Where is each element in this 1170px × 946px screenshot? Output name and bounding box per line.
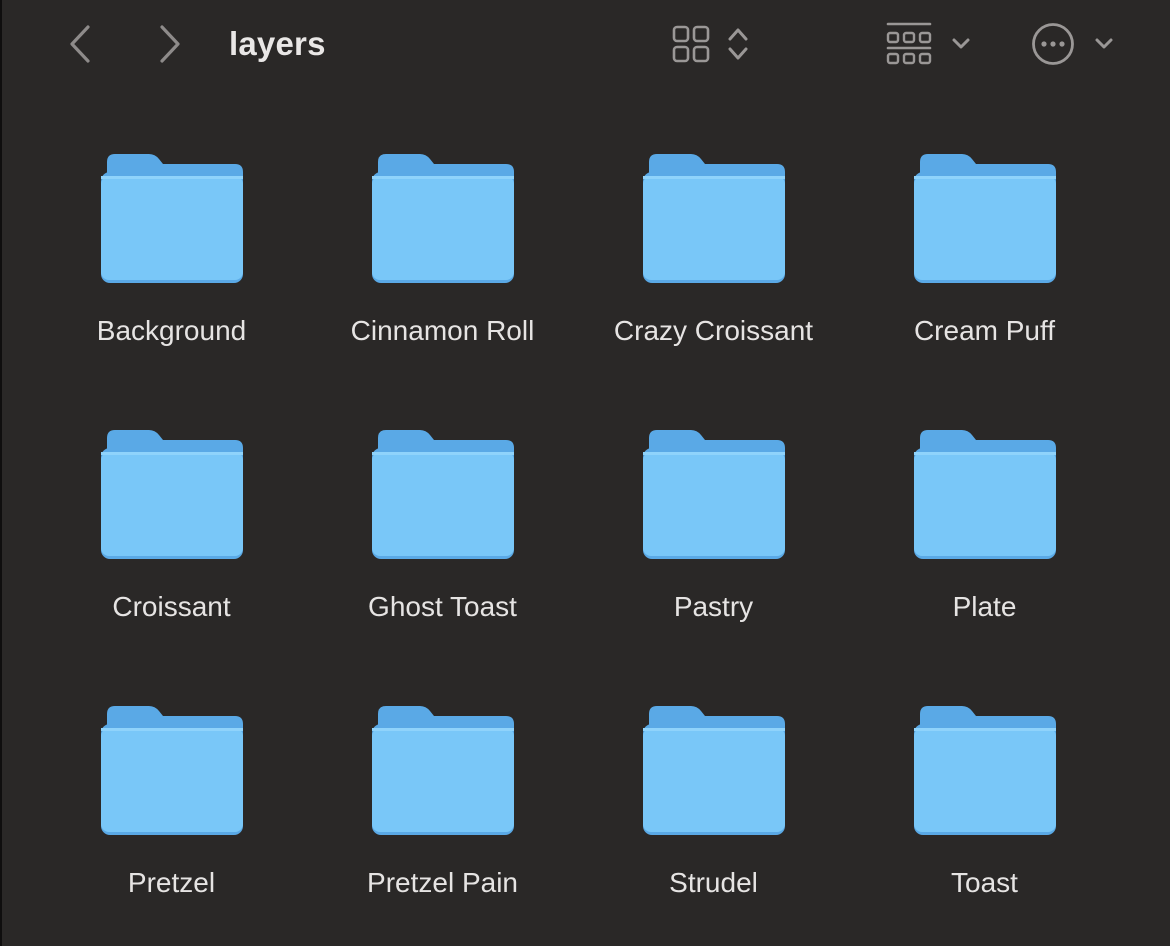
folder-item[interactable]: Ghost Toast bbox=[307, 426, 578, 702]
folder-icon bbox=[642, 430, 785, 559]
folder-label: Pretzel bbox=[127, 867, 216, 898]
group-by-button[interactable] bbox=[878, 18, 978, 70]
folder-item[interactable]: Toast bbox=[849, 702, 1120, 946]
folder-item[interactable]: Crazy Croissant bbox=[578, 150, 849, 426]
folder-item[interactable]: Strudel bbox=[578, 702, 849, 946]
folder-icon bbox=[371, 154, 514, 283]
folder-item[interactable]: Background bbox=[36, 150, 307, 426]
folder-icon bbox=[913, 154, 1056, 283]
folder-icon bbox=[100, 430, 243, 559]
folder-item[interactable]: Pastry bbox=[578, 426, 849, 702]
folder-item[interactable]: Cinnamon Roll bbox=[307, 150, 578, 426]
folder-label: Plate bbox=[952, 591, 1017, 622]
folder-grid: Background Cinnamon Roll Crazy Croissant… bbox=[36, 150, 1136, 946]
folder-label: Cream Puff bbox=[913, 315, 1056, 346]
back-button[interactable] bbox=[58, 20, 102, 68]
folder-icon bbox=[913, 430, 1056, 559]
folder-label: Pastry bbox=[673, 591, 754, 622]
folder-item[interactable]: Croissant bbox=[36, 426, 307, 702]
folder-icon bbox=[642, 154, 785, 283]
folder-item[interactable]: Cream Puff bbox=[849, 150, 1120, 426]
toolbar: layers bbox=[2, 0, 1170, 90]
folder-icon bbox=[100, 154, 243, 283]
icon-grid-view-icon bbox=[672, 25, 710, 63]
folder-icon bbox=[642, 706, 785, 835]
folder-item[interactable]: Pretzel Pain bbox=[307, 702, 578, 946]
folder-label: Background bbox=[96, 315, 247, 346]
window-title: layers bbox=[229, 25, 326, 62]
folder-icon bbox=[371, 706, 514, 835]
folder-icon bbox=[371, 430, 514, 559]
chevron-right-icon bbox=[160, 25, 180, 63]
folder-icon bbox=[100, 706, 243, 835]
more-actions-button[interactable] bbox=[1024, 18, 1120, 70]
folder-label: Toast bbox=[951, 867, 1018, 898]
folder-label: Crazy Croissant bbox=[613, 315, 814, 346]
forward-button[interactable] bbox=[148, 20, 192, 68]
ellipsis-circle-icon bbox=[1032, 23, 1074, 65]
chevron-down-icon bbox=[1095, 38, 1113, 49]
folder-label: Croissant bbox=[112, 591, 231, 622]
view-mode-button[interactable] bbox=[662, 18, 758, 70]
folder-label: Pretzel Pain bbox=[367, 867, 518, 898]
folder-item[interactable]: Pretzel bbox=[36, 702, 307, 946]
folder-label: Cinnamon Roll bbox=[350, 315, 535, 346]
folder-label: Strudel bbox=[669, 867, 758, 898]
folder-icon bbox=[913, 706, 1056, 835]
group-by-icon bbox=[886, 22, 932, 65]
finder-window: layers Background Cinnamon Roll Crazy Cr… bbox=[0, 0, 1170, 946]
folder-label: Ghost Toast bbox=[368, 591, 517, 622]
folder-item[interactable]: Plate bbox=[849, 426, 1120, 702]
up-down-chevron-icon bbox=[728, 28, 748, 60]
chevron-left-icon bbox=[70, 25, 90, 63]
chevron-down-icon bbox=[952, 38, 970, 49]
